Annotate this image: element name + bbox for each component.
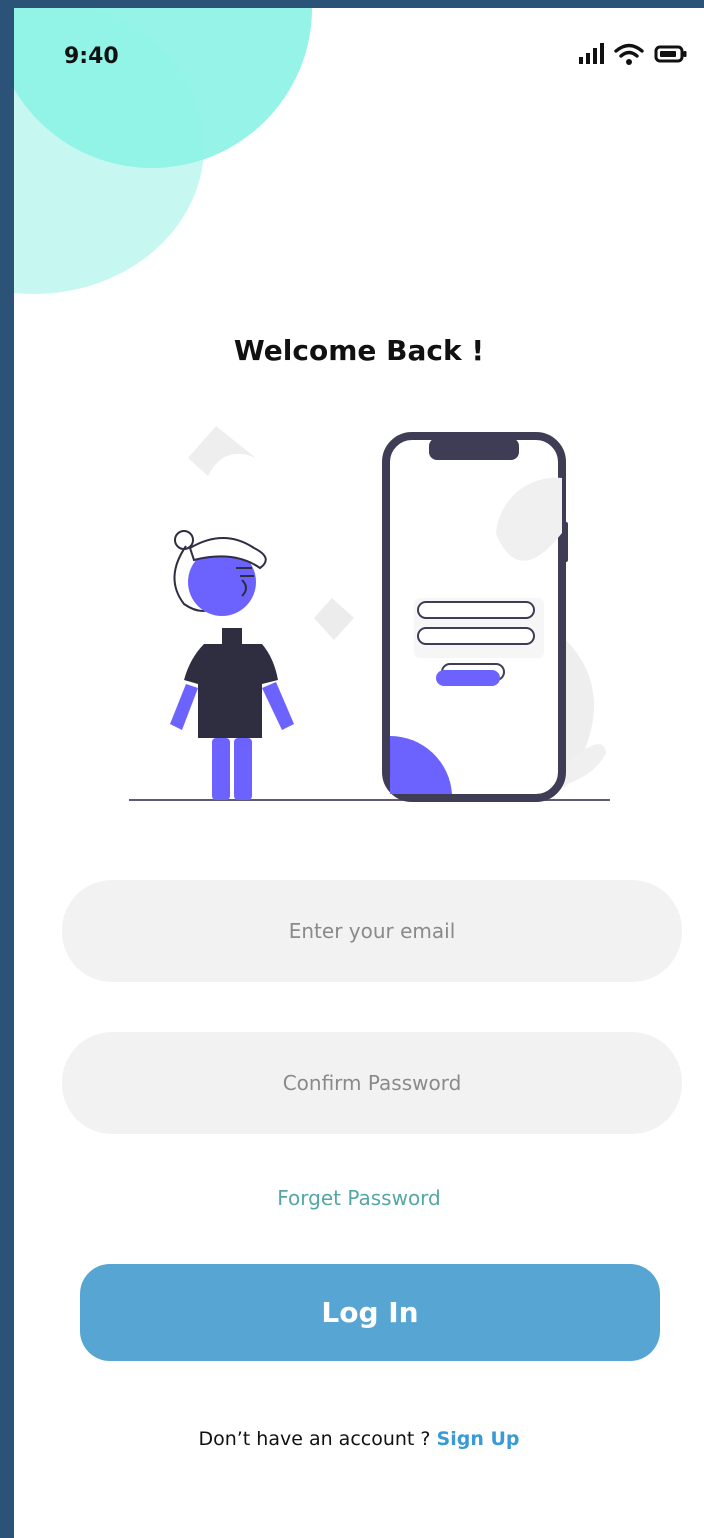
confirm-password-input[interactable] xyxy=(62,1032,682,1134)
forgot-password-link[interactable]: Forget Password xyxy=(14,1186,704,1210)
signup-link[interactable]: Sign Up xyxy=(437,1428,520,1450)
signal-icon xyxy=(579,43,604,64)
status-bar: 9:40 xyxy=(14,8,704,108)
signup-prompt: Don’t have an account ? Sign Up xyxy=(14,1428,704,1450)
signup-prompt-text: Don’t have an account ? xyxy=(198,1428,437,1450)
login-screen: 9:40 Welcome Back ! Enter your email For… xyxy=(14,8,704,1538)
status-icons xyxy=(578,42,688,66)
wifi-icon xyxy=(614,43,644,65)
page-title: Welcome Back ! xyxy=(233,334,485,367)
status-time: 9:40 xyxy=(64,44,119,69)
login-illustration xyxy=(129,426,610,802)
login-button[interactable]: Log In xyxy=(80,1264,660,1361)
email-input[interactable] xyxy=(62,880,682,982)
battery-icon xyxy=(654,45,687,63)
